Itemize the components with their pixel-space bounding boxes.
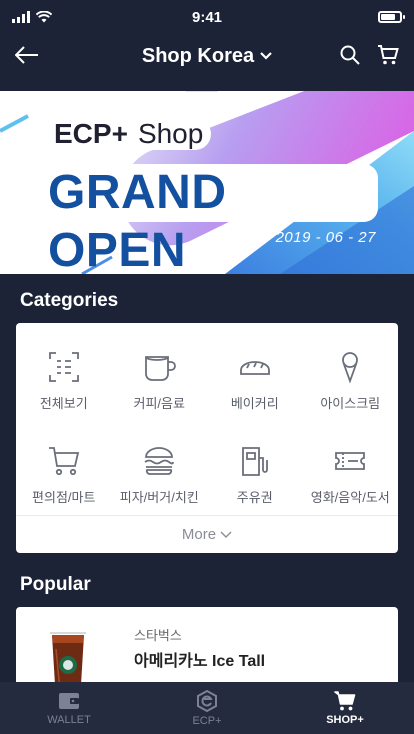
- tab-wallet[interactable]: WALLET: [0, 682, 138, 734]
- back-button[interactable]: [14, 42, 40, 68]
- more-button[interactable]: More: [16, 515, 398, 553]
- nav-title: Shop Korea: [141, 44, 255, 67]
- category-label: 커피/음료: [133, 395, 185, 411]
- all-view-icon: [48, 351, 79, 382]
- tab-bar: WALLET ECP+ SHOP+: [0, 682, 414, 734]
- ecp-logo-icon: [197, 689, 217, 712]
- search-icon: [340, 45, 360, 65]
- category-label: 주유권: [236, 489, 273, 505]
- cart-icon: [378, 45, 399, 65]
- banner-brand: ECP+ Shop: [54, 118, 212, 150]
- shopping-cart-icon: [48, 446, 79, 475]
- tab-ecp[interactable]: ECP+: [138, 682, 276, 734]
- category-label: 베이커리: [230, 395, 279, 411]
- category-label: 전체보기: [39, 395, 88, 411]
- chevron-down-icon: [260, 52, 272, 60]
- category-label: 피자/버거/치킨: [119, 489, 199, 505]
- chevron-down-icon: [220, 531, 232, 538]
- category-label: 영화/음악/도서: [310, 489, 390, 505]
- battery-icon: [378, 11, 405, 23]
- tab-shop[interactable]: SHOP+: [276, 682, 414, 734]
- tab-label: WALLET: [47, 713, 91, 726]
- promo-banner[interactable]: ECP+ Shop GRAND OPEN 2019 - 06 - 27: [0, 91, 414, 274]
- cart-icon: [334, 690, 356, 710]
- cart-button[interactable]: [376, 43, 400, 67]
- status-bar: 9:41: [0, 0, 414, 34]
- tab-label: SHOP+: [326, 713, 364, 726]
- category-label: 아이스크림: [320, 395, 381, 411]
- category-all[interactable]: 전체보기: [16, 333, 112, 427]
- ice-cream-icon: [342, 351, 359, 384]
- signal-icon: [12, 11, 30, 23]
- more-label: More: [181, 526, 217, 543]
- wifi-icon: [36, 11, 52, 23]
- arrow-left-icon: [15, 46, 38, 64]
- ticket-icon: [335, 451, 366, 470]
- gas-pump-icon: [241, 446, 268, 476]
- wallet-icon: [59, 692, 79, 709]
- category-entertainment[interactable]: 영화/음악/도서: [303, 427, 399, 521]
- category-food[interactable]: 피자/버거/치킨: [112, 427, 208, 521]
- region-selector[interactable]: Shop Korea: [142, 45, 272, 68]
- burger-icon: [144, 446, 175, 475]
- tab-label: ECP+: [192, 714, 222, 727]
- popular-item-name: 아메리카노 Ice Tall: [134, 653, 266, 670]
- category-coffee[interactable]: 커피/음료: [112, 333, 208, 427]
- status-time: 9:41: [191, 8, 223, 26]
- coffee-cup-icon: [145, 355, 177, 381]
- categories-card: 전체보기 커피/음료 베이커리 아이스크림 편의점/마트 피자/버거/치킨 주유…: [16, 323, 398, 553]
- banner-brand-suffix: Shop: [133, 118, 212, 150]
- banner-date: 2019 - 06 - 27: [275, 229, 376, 246]
- category-grid: 전체보기 커피/음료 베이커리 아이스크림 편의점/마트 피자/버거/치킨 주유…: [16, 323, 398, 521]
- nav-bar: Shop Korea: [0, 34, 414, 78]
- category-convenience[interactable]: 편의점/마트: [16, 427, 112, 521]
- popular-item-brand: 스타벅스: [134, 628, 182, 643]
- status-left: [12, 11, 52, 23]
- categories-title: Categories: [20, 290, 119, 311]
- category-gas[interactable]: 주유권: [207, 427, 303, 521]
- banner-headline: GRAND OPEN: [38, 164, 378, 274]
- bread-icon: [239, 360, 270, 375]
- search-button[interactable]: [338, 43, 362, 67]
- popular-title: Popular: [20, 574, 91, 595]
- category-icecream[interactable]: 아이스크림: [303, 333, 399, 427]
- nav-actions: [338, 43, 400, 67]
- banner-brand-name: ECP+: [54, 118, 128, 149]
- category-bakery[interactable]: 베이커리: [207, 333, 303, 427]
- category-label: 편의점/마트: [32, 489, 96, 505]
